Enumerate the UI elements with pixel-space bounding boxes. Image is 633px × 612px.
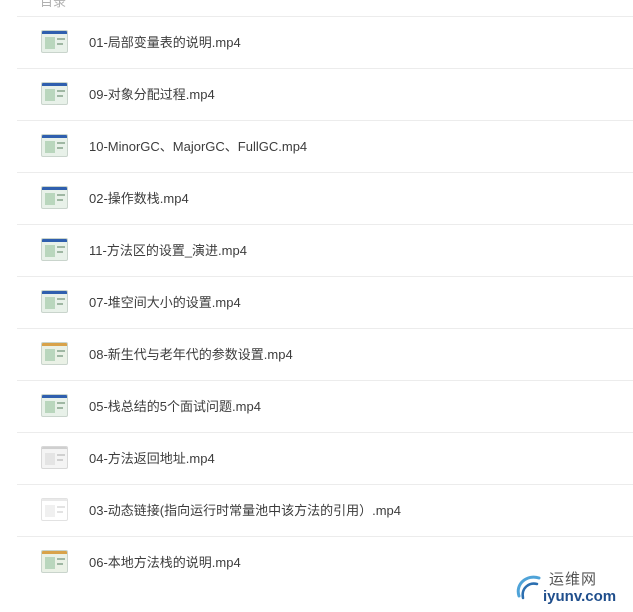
file-row[interactable]: 01-局部变量表的说明.mp4 [17, 16, 633, 68]
file-name[interactable]: 02-操作数栈.mp4 [89, 173, 189, 224]
file-name[interactable]: 07-堆空间大小的设置.mp4 [89, 277, 241, 328]
video-thumbnail-icon [41, 550, 68, 573]
file-name[interactable]: 10-MinorGC、MajorGC、FullGC.mp4 [89, 121, 307, 172]
file-name[interactable]: 03-动态链接(指向运行时常量池中该方法的引用）.mp4 [89, 485, 401, 536]
file-name[interactable]: 06-本地方法栈的说明.mp4 [89, 537, 241, 588]
file-name[interactable]: 09-对象分配过程.mp4 [89, 69, 215, 120]
file-row[interactable]: 10-MinorGC、MajorGC、FullGC.mp4 [17, 120, 633, 172]
video-thumbnail-icon [41, 186, 68, 209]
file-row[interactable]: 08-新生代与老年代的参数设置.mp4 [17, 328, 633, 380]
watermark-text-domain: iyunv.com [543, 588, 617, 605]
file-row[interactable]: 03-动态链接(指向运行时常量池中该方法的引用）.mp4 [17, 484, 633, 536]
file-row[interactable]: 11-方法区的设置_演进.mp4 [17, 224, 633, 276]
file-name[interactable]: 04-方法返回地址.mp4 [89, 433, 215, 484]
list-header-label: 目录 [40, 0, 67, 9]
video-thumbnail-icon [41, 342, 68, 365]
watermark-text-cn: 运维网 [549, 571, 598, 588]
video-thumbnail-icon [41, 498, 68, 521]
video-thumbnail-icon [41, 134, 68, 157]
file-name[interactable]: 05-栈总结的5个面试问题.mp4 [89, 381, 261, 432]
watermark-logo-icon [516, 575, 541, 600]
video-thumbnail-icon [41, 30, 68, 53]
file-row[interactable]: 05-栈总结的5个面试问题.mp4 [17, 380, 633, 432]
file-row[interactable]: 07-堆空间大小的设置.mp4 [17, 276, 633, 328]
file-list: 01-局部变量表的说明.mp4 09-对象分配过程.mp4 10-MinorGC… [0, 16, 633, 588]
file-name[interactable]: 08-新生代与老年代的参数设置.mp4 [89, 329, 293, 380]
video-thumbnail-icon [41, 290, 68, 313]
video-thumbnail-icon [41, 238, 68, 261]
file-name[interactable]: 11-方法区的设置_演进.mp4 [89, 225, 247, 276]
video-thumbnail-icon [41, 446, 68, 469]
file-name[interactable]: 01-局部变量表的说明.mp4 [89, 17, 241, 68]
file-row[interactable]: 02-操作数栈.mp4 [17, 172, 633, 224]
site-watermark: 运维网 iyunv.com [513, 568, 625, 608]
video-thumbnail-icon [41, 394, 68, 417]
video-thumbnail-icon [41, 82, 68, 105]
file-row[interactable]: 04-方法返回地址.mp4 [17, 432, 633, 484]
file-row[interactable]: 09-对象分配过程.mp4 [17, 68, 633, 120]
